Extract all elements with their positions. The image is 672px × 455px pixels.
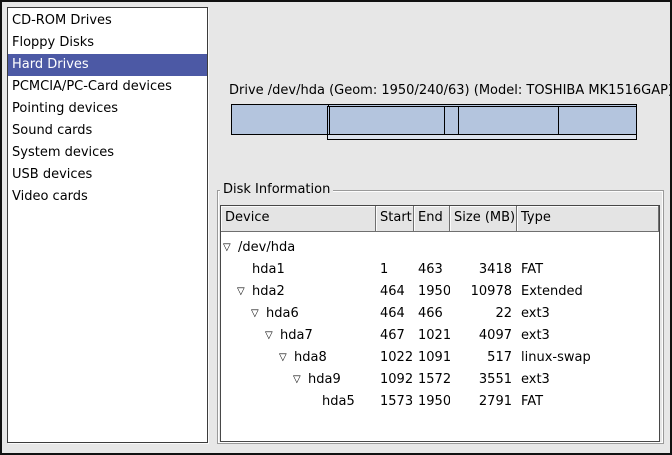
tree-indent bbox=[223, 336, 265, 337]
disk-table-body: ▽/dev/hdahda114633418FAT▽hda246419501097… bbox=[221, 232, 659, 413]
device-cell: ▽hda2 bbox=[221, 281, 376, 303]
device-cell: ▽hda8 bbox=[221, 347, 376, 369]
disk-table-row[interactable]: ▽hda9109215723551ext3 bbox=[221, 369, 659, 391]
size-cell: 22 bbox=[450, 303, 517, 325]
column-header-start[interactable]: Start bbox=[376, 206, 414, 232]
start-cell: 1092 bbox=[376, 369, 414, 391]
sidebar-item[interactable]: USB devices bbox=[8, 164, 207, 186]
frame-title: Disk Information bbox=[220, 182, 333, 197]
tree-indent bbox=[223, 270, 237, 271]
expander-open-icon[interactable]: ▽ bbox=[265, 325, 280, 347]
column-header-size[interactable]: Size (MB) bbox=[450, 206, 517, 232]
end-cell bbox=[414, 237, 450, 259]
tree-indent bbox=[223, 314, 251, 315]
size-cell: 2791 bbox=[450, 391, 517, 413]
type-cell: ext3 bbox=[517, 325, 659, 347]
drive-geometry-label: Drive /dev/hda (Geom: 1950/240/63) (Mode… bbox=[229, 83, 639, 99]
device-cell: hda1 bbox=[221, 259, 376, 281]
sidebar-item[interactable]: Video cards bbox=[8, 186, 207, 208]
start-cell: 1573 bbox=[376, 391, 414, 413]
device-name: hda7 bbox=[280, 325, 313, 347]
logical-partition-boundary bbox=[458, 107, 459, 134]
disk-table-header: Device Start End Size (MB) Type bbox=[221, 206, 659, 232]
end-cell: 1572 bbox=[414, 369, 450, 391]
hardware-browser-window: CD-ROM DrivesFloppy DisksHard DrivesPCMC… bbox=[0, 0, 672, 455]
end-cell: 1021 bbox=[414, 325, 450, 347]
type-cell: FAT bbox=[517, 391, 659, 413]
type-cell bbox=[517, 237, 659, 259]
type-cell: ext3 bbox=[517, 303, 659, 325]
disk-table-row[interactable]: hda5 157319502791FAT bbox=[221, 391, 659, 413]
disk-table-row[interactable]: ▽/dev/hda bbox=[221, 237, 659, 259]
type-cell: linux-swap bbox=[517, 347, 659, 369]
sidebar-item[interactable]: Pointing devices bbox=[8, 98, 207, 120]
expander-open-icon[interactable]: ▽ bbox=[279, 347, 294, 369]
device-name: hda1 bbox=[252, 259, 285, 281]
start-cell: 467 bbox=[376, 325, 414, 347]
sidebar-item[interactable]: System devices bbox=[8, 142, 207, 164]
end-cell: 1950 bbox=[414, 281, 450, 303]
device-name: hda2 bbox=[252, 281, 285, 303]
size-cell: 3551 bbox=[450, 369, 517, 391]
device-name: hda8 bbox=[294, 347, 327, 369]
start-cell: 1022 bbox=[376, 347, 414, 369]
start-cell: 464 bbox=[376, 281, 414, 303]
device-name: hda5 bbox=[322, 391, 355, 413]
start-cell: 1 bbox=[376, 259, 414, 281]
device-category-list[interactable]: CD-ROM DrivesFloppy DisksHard DrivesPCMC… bbox=[7, 7, 208, 443]
disk-table-row[interactable]: hda1 14633418FAT bbox=[221, 259, 659, 281]
logical-partitions-fill bbox=[328, 107, 636, 135]
expander-open-icon[interactable]: ▽ bbox=[223, 237, 238, 259]
size-cell: 4097 bbox=[450, 325, 517, 347]
expander-open-icon[interactable]: ▽ bbox=[293, 369, 308, 391]
logical-partition-boundary bbox=[444, 107, 445, 134]
sidebar-item[interactable]: Sound cards bbox=[8, 120, 207, 142]
logical-partition-boundary bbox=[329, 107, 330, 134]
device-name: hda6 bbox=[266, 303, 299, 325]
start-cell bbox=[376, 237, 414, 259]
device-cell: ▽hda6 bbox=[221, 303, 376, 325]
size-cell bbox=[450, 237, 517, 259]
device-cell: ▽/dev/hda bbox=[221, 237, 376, 259]
column-header-type[interactable]: Type bbox=[517, 206, 659, 232]
column-header-end[interactable]: End bbox=[414, 206, 450, 232]
end-cell: 1091 bbox=[414, 347, 450, 369]
disk-table: Device Start End Size (MB) Type ▽/dev/hd… bbox=[220, 205, 660, 442]
end-cell: 1950 bbox=[414, 391, 450, 413]
disk-information-frame: Disk Information Device Start End Size (… bbox=[217, 190, 664, 444]
device-cell: ▽hda9 bbox=[221, 369, 376, 391]
tree-indent bbox=[223, 402, 307, 403]
sidebar-item[interactable]: PCMCIA/PC-Card devices bbox=[8, 76, 207, 98]
disk-table-row[interactable]: ▽hda646446622ext3 bbox=[221, 303, 659, 325]
end-cell: 466 bbox=[414, 303, 450, 325]
expander-open-icon[interactable]: ▽ bbox=[251, 303, 266, 325]
device-cell: hda5 bbox=[221, 391, 376, 413]
logical-partition-boundary bbox=[558, 107, 559, 134]
expander-open-icon[interactable]: ▽ bbox=[237, 281, 252, 303]
partition-bar bbox=[231, 104, 637, 135]
type-cell: ext3 bbox=[517, 369, 659, 391]
start-cell: 464 bbox=[376, 303, 414, 325]
size-cell: 10978 bbox=[450, 281, 517, 303]
tree-indent bbox=[223, 380, 293, 381]
device-cell: ▽hda7 bbox=[221, 325, 376, 347]
disk-table-row[interactable]: ▽hda746710214097ext3 bbox=[221, 325, 659, 347]
end-cell: 463 bbox=[414, 259, 450, 281]
tree-indent bbox=[223, 358, 279, 359]
device-name: hda9 bbox=[308, 369, 341, 391]
column-header-device[interactable]: Device bbox=[221, 206, 376, 232]
device-name: /dev/hda bbox=[238, 237, 295, 259]
sidebar-item[interactable]: CD-ROM Drives bbox=[8, 10, 207, 32]
size-cell: 517 bbox=[450, 347, 517, 369]
sidebar-item[interactable]: Floppy Disks bbox=[8, 32, 207, 54]
type-cell: FAT bbox=[517, 259, 659, 281]
type-cell: Extended bbox=[517, 281, 659, 303]
disk-table-row[interactable]: ▽hda2464195010978Extended bbox=[221, 281, 659, 303]
size-cell: 3418 bbox=[450, 259, 517, 281]
sidebar-item[interactable]: Hard Drives bbox=[8, 54, 207, 76]
tree-indent bbox=[223, 292, 237, 293]
disk-table-row[interactable]: ▽hda810221091517linux-swap bbox=[221, 347, 659, 369]
extended-partition-box bbox=[327, 106, 637, 140]
